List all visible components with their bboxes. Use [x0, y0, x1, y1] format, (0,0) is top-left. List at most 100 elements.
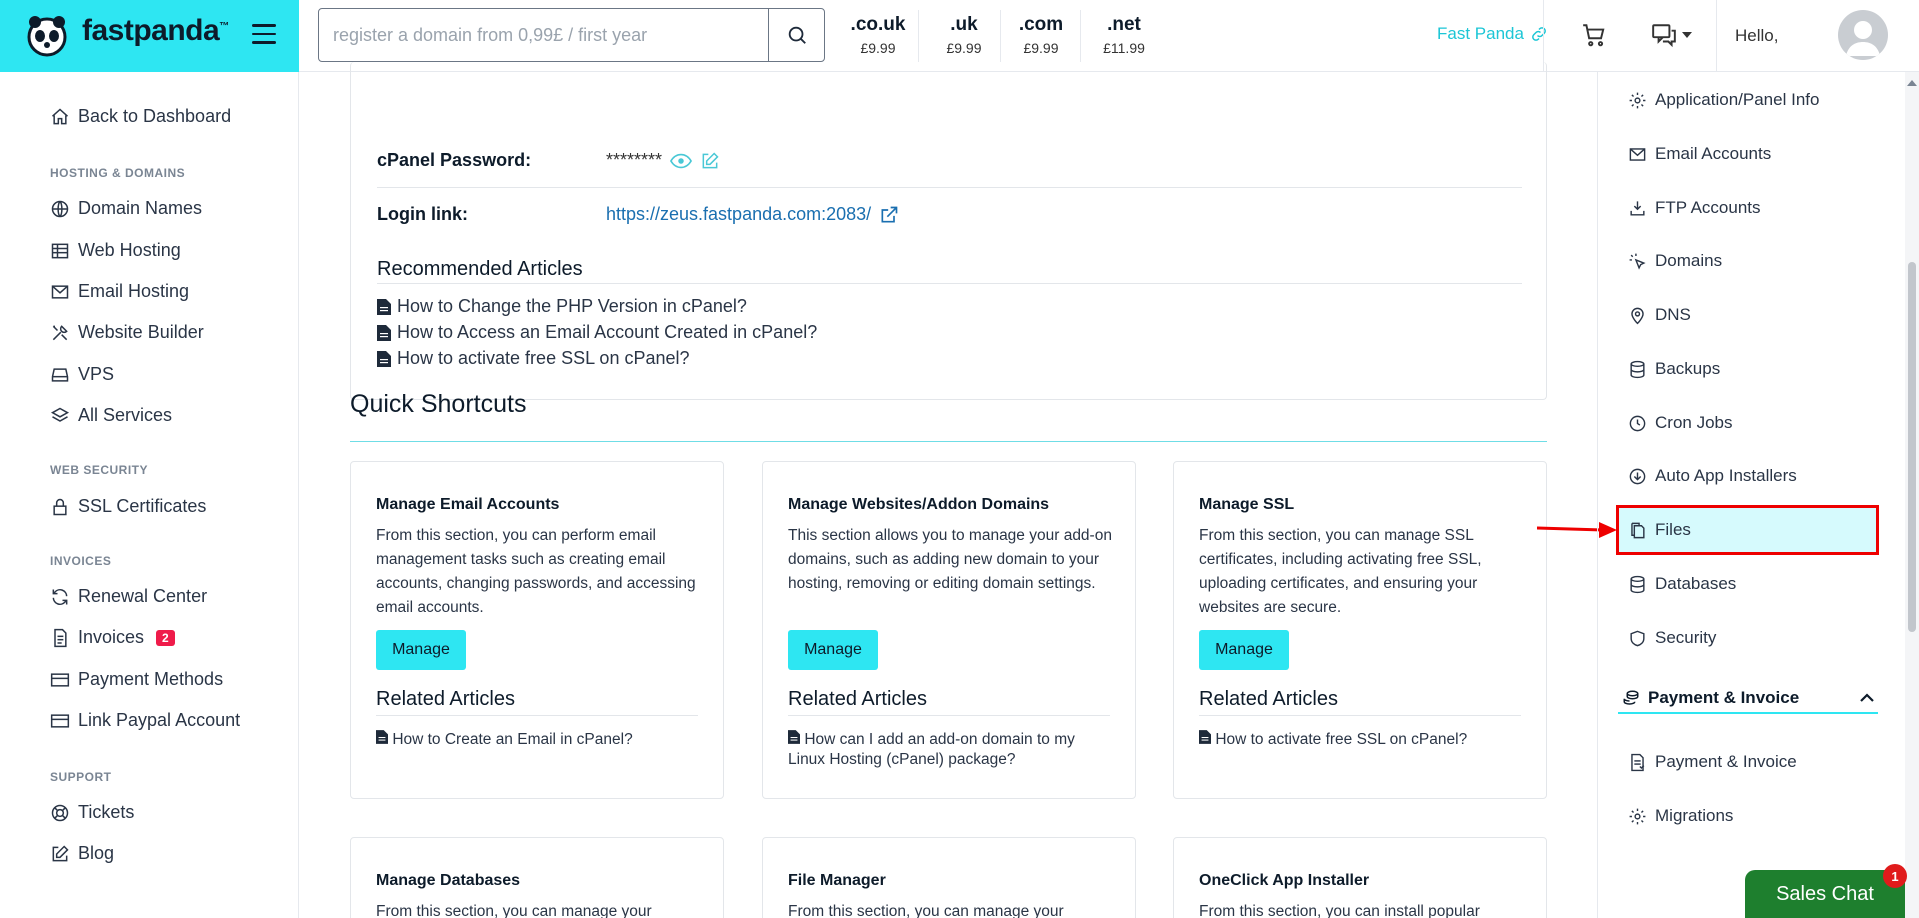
article-title: How to Change the PHP Version in cPanel? — [397, 296, 747, 316]
caret-down-icon — [1682, 32, 1692, 38]
recommended-article[interactable]: How to Access an Email Account Created i… — [377, 322, 817, 343]
card-description: From this section, you can install popul… — [1199, 903, 1480, 918]
menu-toggle-icon[interactable] — [252, 24, 276, 44]
sidebar-item-website-builder[interactable]: Website Builder — [50, 322, 204, 343]
rsb-item-files[interactable]: Files — [1628, 520, 1691, 540]
envelope-icon — [1629, 147, 1646, 161]
manage-button[interactable]: Manage — [1199, 630, 1289, 670]
related-articles-title: Related Articles — [376, 688, 698, 716]
invoice-icon — [1631, 753, 1645, 771]
rsb-item-email-accounts[interactable]: Email Accounts — [1628, 144, 1771, 164]
sales-chat-button[interactable]: Sales Chat — [1745, 870, 1905, 918]
sidebar-item-email-hosting[interactable]: Email Hosting — [50, 281, 189, 302]
file-text-icon — [788, 730, 800, 744]
back-to-dashboard-link[interactable]: Back to Dashboard — [50, 106, 231, 127]
rsb-item-dns[interactable]: DNS — [1628, 305, 1691, 325]
messages-dropdown[interactable] — [1650, 22, 1692, 48]
tld-price: £11.99 — [1103, 40, 1145, 56]
related-articles-title: Related Articles — [788, 688, 1110, 716]
article-title: How can I add an add-on domain to my Lin… — [788, 731, 1075, 768]
rsb-item-payment-invoice[interactable]: Payment & Invoice — [1628, 752, 1797, 772]
section-heading-invoices: INVOICES — [50, 554, 112, 568]
server-icon — [51, 243, 69, 258]
rsb-item-ftp-accounts[interactable]: FTP Accounts — [1628, 198, 1761, 218]
rsb-item-backups[interactable]: Backups — [1628, 359, 1720, 379]
sidebar-item-renewal-center[interactable]: Renewal Center — [50, 586, 207, 607]
logo-text[interactable]: fastpanda™ — [82, 14, 229, 48]
tld-net[interactable]: .net £11.99 — [1094, 14, 1154, 56]
quick-shortcuts-title: Quick Shortcuts — [350, 390, 527, 418]
sidebar-label: Payment Methods — [78, 669, 224, 689]
rsb-label: DNS — [1655, 305, 1691, 324]
search-button[interactable] — [768, 9, 824, 61]
sidebar-item-blog[interactable]: Blog — [50, 843, 114, 864]
sidebar-item-vps[interactable]: VPS — [50, 364, 114, 385]
sidebar-item-web-hosting[interactable]: Web Hosting — [50, 240, 181, 261]
eye-icon[interactable] — [670, 153, 693, 169]
file-text-icon — [1199, 730, 1211, 744]
rsb-item-databases[interactable]: Databases — [1628, 574, 1736, 594]
cart-icon[interactable] — [1580, 22, 1608, 48]
payment-invoice-section-toggle[interactable]: Payment & Invoice — [1618, 684, 1878, 714]
scrollbar[interactable] — [1905, 72, 1919, 918]
rsb-label: Payment & Invoice — [1655, 752, 1797, 771]
avatar[interactable] — [1838, 10, 1888, 60]
manage-button[interactable]: Manage — [788, 630, 878, 670]
login-link[interactable]: https://zeus.fastpanda.com:2083/ — [606, 204, 899, 225]
clock-icon — [1629, 415, 1646, 431]
fast-panda-link[interactable]: Fast Panda — [1437, 24, 1548, 44]
sidebar-item-invoices[interactable]: Invoices 2 — [50, 627, 175, 648]
edit-icon[interactable] — [700, 151, 720, 171]
rsb-label: Email Accounts — [1655, 144, 1772, 163]
related-article[interactable]: How can I add an add-on domain to my Lin… — [788, 730, 1108, 770]
rsb-item-domains[interactable]: Domains — [1628, 251, 1722, 271]
manage-button[interactable]: Manage — [376, 630, 466, 670]
external-link-icon — [881, 206, 898, 222]
tld-co-uk[interactable]: .co.uk £9.99 — [848, 14, 908, 56]
sales-chat-badge: 1 — [1883, 864, 1907, 888]
recommended-article[interactable]: How to activate free SSL on cPanel? — [377, 348, 690, 369]
search-icon — [788, 26, 806, 44]
scrollbar-thumb[interactable] — [1908, 262, 1916, 632]
domain-search-input[interactable] — [319, 9, 768, 61]
sidebar-label: Domain Names — [78, 198, 203, 218]
rsb-label: Backups — [1655, 359, 1721, 378]
sidebar-item-link-paypal[interactable]: Link Paypal Account — [50, 710, 240, 731]
invoices-count-badge: 2 — [156, 629, 175, 646]
tld-uk[interactable]: .uk £9.99 — [938, 14, 990, 56]
section-heading-security: WEB SECURITY — [50, 463, 149, 477]
card-description: From this section, you can manage SSL ce… — [1199, 527, 1482, 616]
tld-ext: .com — [1018, 14, 1064, 35]
login-url[interactable]: https://zeus.fastpanda.com:2083/ — [606, 204, 871, 225]
tld-com[interactable]: .com £9.99 — [1013, 14, 1069, 56]
recommended-article[interactable]: How to Change the PHP Version in cPanel? — [377, 296, 747, 317]
related-article[interactable]: How to activate free SSL on cPanel? — [1199, 730, 1519, 750]
sidebar-label: VPS — [78, 364, 115, 384]
map-pin-icon — [1631, 307, 1644, 324]
sidebar-item-domain-names[interactable]: Domain Names — [50, 198, 202, 219]
card-description: This section allows you to manage your a… — [788, 527, 1112, 592]
sidebar-item-payment-methods[interactable]: Payment Methods — [50, 669, 223, 690]
sidebar-item-tickets[interactable]: Tickets — [50, 802, 134, 823]
rsb-item-security[interactable]: Security — [1628, 628, 1716, 648]
card-title: Manage Databases — [376, 872, 521, 889]
related-article[interactable]: How to Create an Email in cPanel? — [376, 730, 696, 750]
scroll-up-icon[interactable] — [1905, 78, 1919, 88]
tld-ext: .uk — [950, 14, 978, 35]
fast-panda-link-label: Fast Panda — [1437, 24, 1524, 43]
rsb-item-application-info[interactable]: Application/Panel Info — [1628, 90, 1819, 110]
rsb-item-auto-app-installers[interactable]: Auto App Installers — [1628, 466, 1797, 486]
envelope-icon — [51, 284, 69, 299]
sidebar-item-ssl[interactable]: SSL Certificates — [50, 496, 206, 517]
tld-ext: .co.uk — [850, 14, 906, 35]
shortcut-card-app-installer: OneClick App Installer From this section… — [1173, 837, 1547, 918]
rsb-item-migrations[interactable]: Migrations — [1628, 806, 1733, 826]
panda-logo-icon[interactable] — [22, 10, 72, 60]
sidebar-label: Invoices — [78, 627, 145, 647]
shortcut-card-ssl: Manage SSL From this section, you can ma… — [1173, 461, 1547, 799]
rsb-item-cron-jobs[interactable]: Cron Jobs — [1628, 413, 1732, 433]
sidebar-item-all-services[interactable]: All Services — [50, 405, 172, 426]
rsb-label: Databases — [1655, 574, 1737, 593]
file-text-icon — [377, 298, 391, 315]
home-icon — [52, 107, 68, 124]
